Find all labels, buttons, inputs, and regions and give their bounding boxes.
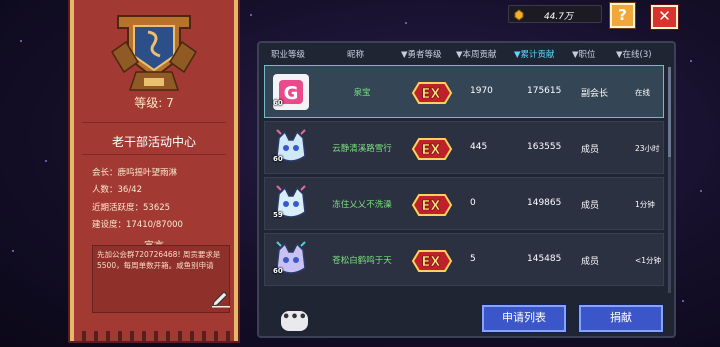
- member-level: 59: [273, 211, 283, 219]
- member-name: 冻住乂乂不洗澡: [332, 200, 392, 210]
- scrollbar-thumb[interactable]: [668, 67, 671, 157]
- guild-leader: 会长：鹿呜摇叶望雨淋: [92, 168, 178, 178]
- badge-label: EX: [422, 255, 441, 270]
- member-name: 苍松白鹤鸣于天: [332, 256, 392, 266]
- member-online: 在线: [635, 88, 650, 97]
- member-level: 60: [273, 99, 283, 107]
- ex-rank-badge-icon: EX: [411, 194, 453, 216]
- member-total: 145485: [527, 254, 562, 264]
- member-row[interactable]: G 60 泉宝 EX 1970 175615 副会长 在线: [264, 65, 664, 118]
- guild-member-count: 人数：36/42: [92, 185, 142, 195]
- member-total: 175615: [527, 86, 562, 96]
- member-position: 副会长: [581, 89, 609, 99]
- member-position: 成员: [581, 145, 600, 155]
- currency-display: 44.7万: [508, 5, 602, 23]
- gem-coin-icon: [514, 9, 524, 21]
- member-weekly: 1970: [470, 86, 493, 96]
- member-name: 云静清溪路雪行: [332, 144, 392, 154]
- member-online: 1分钟: [635, 200, 655, 209]
- guild-activity: 近期活跃度：53625: [92, 203, 171, 213]
- member-panel: 职业等级 昵称 ▼勇者等级 ▼本周贡献 ▼累计贡献 ▼职位 ▼在线(3) G 6…: [257, 41, 676, 338]
- guild-banner: 等级: 7 老干部活动中心 会长：鹿呜摇叶望雨淋 人数：36/42 近期活跃度：…: [70, 0, 238, 341]
- badge-label: EX: [422, 199, 441, 214]
- divider: [82, 154, 226, 155]
- member-level: 60: [273, 267, 283, 275]
- member-level: 60: [273, 155, 283, 163]
- guild-name: 老干部活动中心: [111, 135, 196, 149]
- currency-value: 44.7万: [543, 12, 573, 22]
- member-total: 149865: [527, 198, 562, 208]
- apply-list-button[interactable]: 申请列表: [482, 305, 566, 332]
- member-online: 23小时: [635, 144, 660, 153]
- member-list[interactable]: G 60 泉宝 EX 1970 175615 副会长 在线 60 云静清溪路雪行: [264, 63, 664, 295]
- member-total: 163555: [527, 142, 562, 152]
- col-nickname: 昵称: [347, 50, 365, 60]
- divider: [82, 122, 226, 123]
- svg-text:G: G: [284, 83, 299, 104]
- help-button[interactable]: ?: [610, 3, 635, 28]
- member-online: <1分钟: [635, 256, 662, 265]
- col-hero-level[interactable]: ▼勇者等级: [401, 48, 442, 60]
- guild-construction: 建设度：17410/87000: [92, 220, 183, 230]
- badge-label: EX: [422, 143, 441, 158]
- col-total-contribution[interactable]: ▼累计贡献: [514, 48, 555, 60]
- member-position: 成员: [581, 201, 600, 211]
- ex-rank-badge-icon: EX: [411, 82, 453, 104]
- edit-declaration-icon[interactable]: [210, 286, 232, 308]
- col-position[interactable]: ▼职位: [572, 48, 596, 60]
- guild-level: 等级: 7: [134, 96, 174, 110]
- donate-button[interactable]: 捐献: [579, 305, 663, 332]
- member-weekly: 0: [470, 198, 476, 208]
- member-list-scrollbar[interactable]: [668, 67, 671, 293]
- close-button[interactable]: ✕: [651, 5, 678, 29]
- col-class-level[interactable]: 职业等级: [271, 48, 305, 60]
- member-row[interactable]: 60 苍松白鹤鸣于天 EX 5 145485 成员 <1分钟: [264, 233, 664, 286]
- col-weekly-contribution[interactable]: ▼本周贡献: [456, 48, 497, 60]
- chat-button[interactable]: •••: [281, 311, 308, 331]
- member-weekly: 445: [470, 142, 488, 152]
- ex-rank-badge-icon: EX: [411, 138, 453, 160]
- member-weekly: 5: [470, 254, 476, 264]
- guild-emblem-icon: [111, 15, 197, 91]
- member-row[interactable]: 59 冻住乂乂不洗澡 EX 0 149865 成员 1分钟: [264, 177, 664, 230]
- member-position: 成员: [581, 257, 600, 267]
- member-row[interactable]: 60 云静清溪路雪行 EX 445 163555 成员 23小时: [264, 121, 664, 174]
- col-online[interactable]: ▼在线(3): [616, 48, 652, 60]
- badge-label: EX: [422, 87, 441, 102]
- member-name: 泉宝: [353, 88, 371, 98]
- ex-rank-badge-icon: EX: [411, 250, 453, 272]
